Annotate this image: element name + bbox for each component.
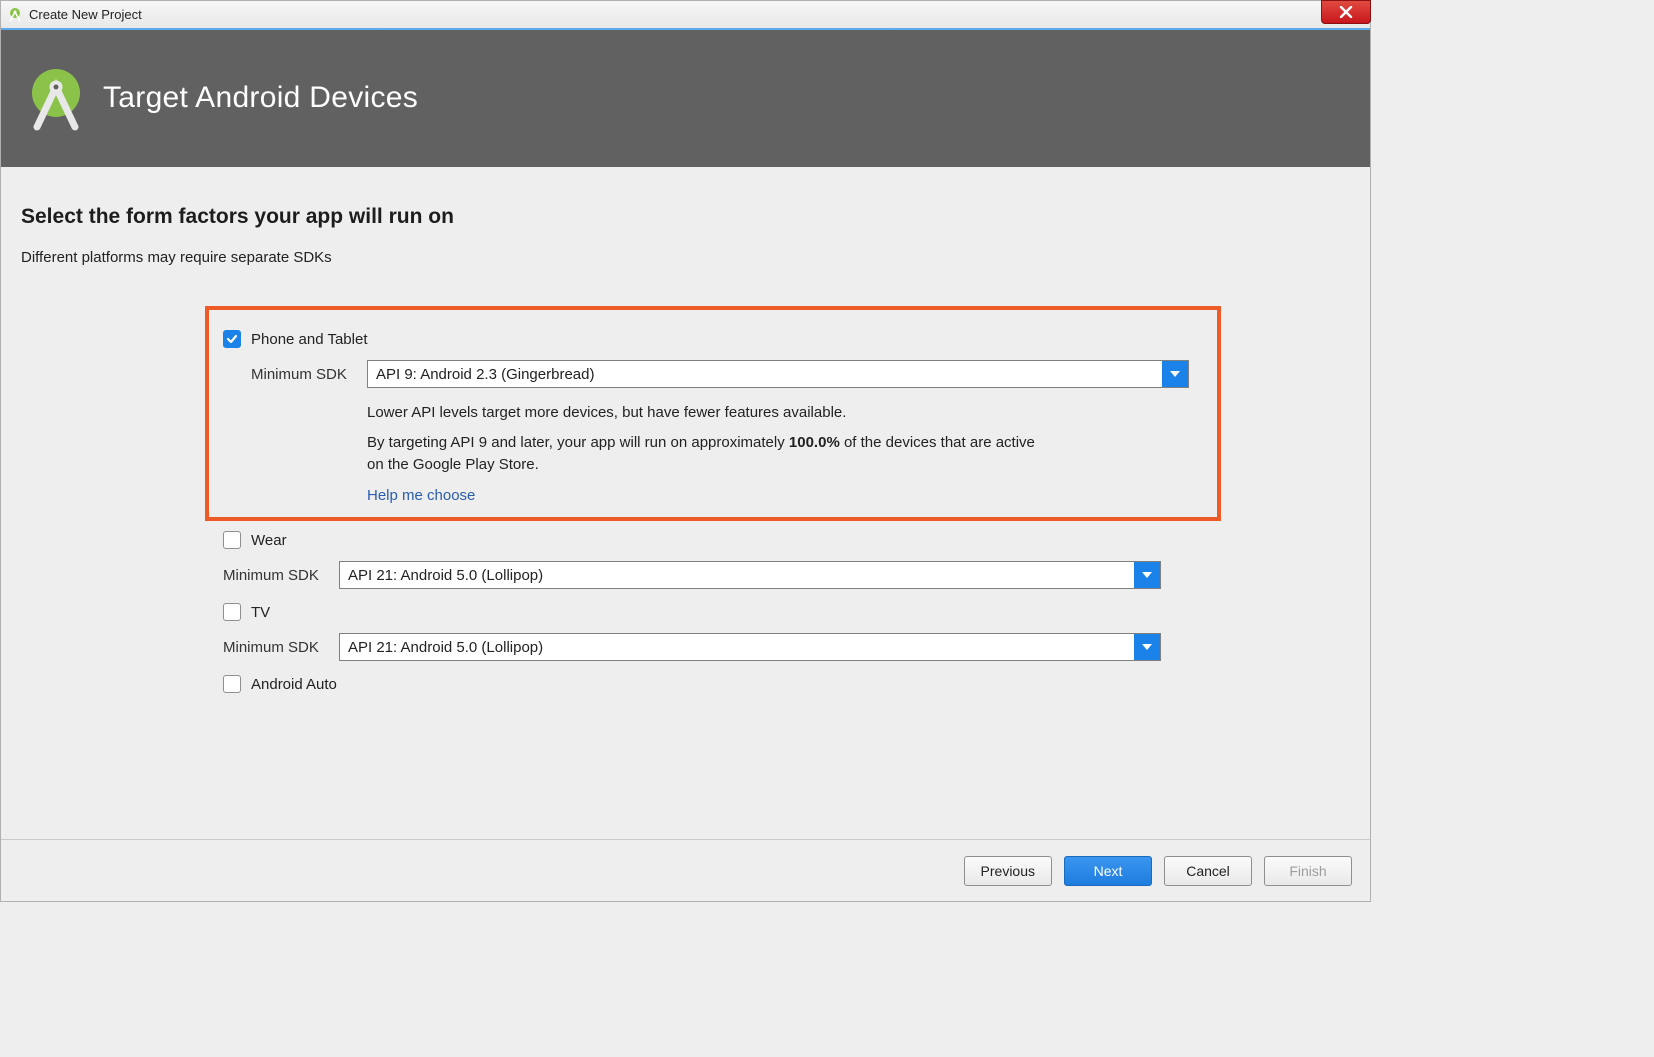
tv-checkbox[interactable] [223,603,241,621]
wear-sdk-select[interactable]: API 21: Android 5.0 (Lollipop) [339,561,1161,589]
page-heading: Select the form factors your app will ru… [21,205,1350,229]
wear-section: Wear Minimum SDK API 21: Android 5.0 (Lo… [209,531,1221,693]
wear-label: Wear [251,532,287,549]
titlebar: Create New Project [1,1,1370,29]
wear-sdk-value: API 21: Android 5.0 (Lollipop) [340,567,1134,584]
checkmark-icon [226,333,238,345]
tv-label: TV [251,604,270,621]
phone-tablet-sdk-select[interactable]: API 9: Android 2.3 (Gingerbread) [367,360,1189,388]
hint-prefix: By targeting API 9 and later, your app w… [367,434,789,451]
close-button[interactable] [1321,0,1371,24]
content: Select the form factors your app will ru… [1,167,1370,693]
dropdown-arrow-icon [1162,361,1188,387]
app-icon [7,7,23,23]
dropdown-arrow-icon [1134,562,1160,588]
wear-sdk-label: Minimum SDK [223,567,339,584]
dropdown-arrow-icon [1134,634,1160,660]
banner: Target Android Devices [1,29,1370,167]
tv-sdk-label: Minimum SDK [223,639,339,656]
tv-sdk-select[interactable]: API 21: Android 5.0 (Lollipop) [339,633,1161,661]
previous-button[interactable]: Previous [964,856,1052,886]
dialog-window: Create New Project Target Android Device… [0,0,1371,902]
auto-label: Android Auto [251,676,337,693]
help-me-choose-link[interactable]: Help me choose [367,487,475,504]
close-icon [1339,6,1353,18]
banner-title: Target Android Devices [103,81,418,115]
auto-checkbox[interactable] [223,675,241,693]
hint-line-1: Lower API levels target more devices, bu… [367,402,1047,424]
phone-tablet-label: Phone and Tablet [251,331,368,348]
next-button[interactable]: Next [1064,856,1152,886]
android-studio-logo-icon [23,65,89,131]
phone-tablet-sdk-label: Minimum SDK [251,366,367,383]
window-title: Create New Project [29,7,142,22]
page-subheading: Different platforms may require separate… [21,249,1350,266]
tv-sdk-value: API 21: Android 5.0 (Lollipop) [340,639,1134,656]
hint-line-2: By targeting API 9 and later, your app w… [367,432,1047,476]
wear-checkbox[interactable] [223,531,241,549]
footer: Previous Next Cancel Finish [1,839,1370,901]
phone-tablet-sdk-value: API 9: Android 2.3 (Gingerbread) [368,366,1162,383]
phone-tablet-checkbox[interactable] [223,330,241,348]
form-factors-area: Phone and Tablet Minimum SDK API 9: Andr… [21,306,1221,693]
cancel-button[interactable]: Cancel [1164,856,1252,886]
highlighted-phone-tablet-section: Phone and Tablet Minimum SDK API 9: Andr… [205,306,1221,521]
finish-button: Finish [1264,856,1352,886]
phone-tablet-hint: Lower API levels target more devices, bu… [367,402,1047,475]
hint-percentage: 100.0% [789,434,840,451]
